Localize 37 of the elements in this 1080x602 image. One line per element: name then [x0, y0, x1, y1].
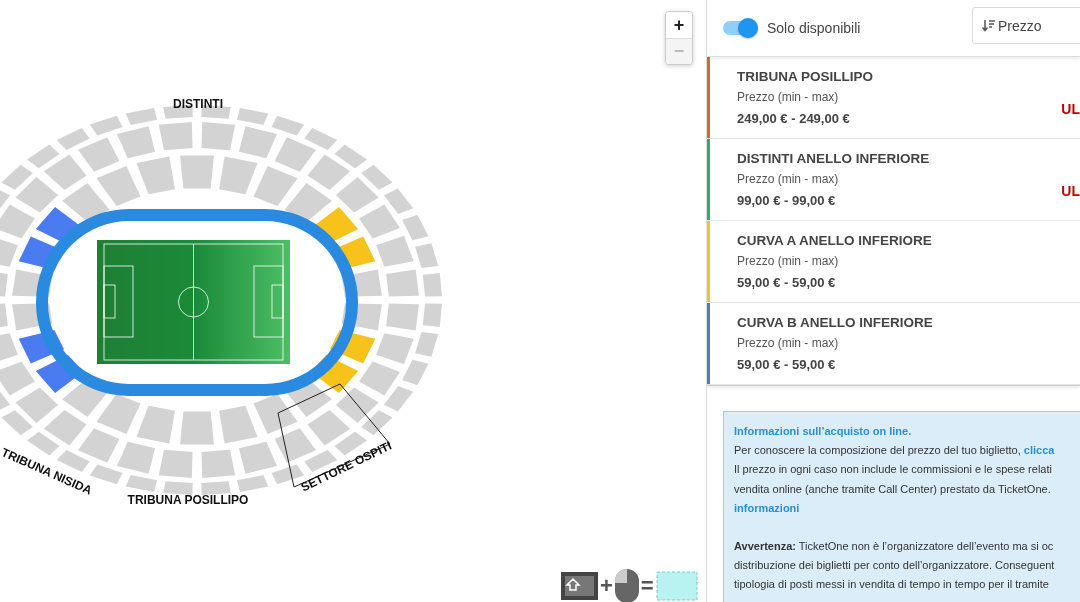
category-name: DISTINTI ANELLO INFERIORE — [737, 150, 930, 168]
info-text: distribuzione dei biglietti per conto dell’organizzatore. Conseguent — [734, 558, 1056, 574]
shift-key-icon — [561, 572, 598, 600]
status-text: UL — [1061, 101, 1080, 117]
equals-sign: = — [640, 575, 654, 597]
category-item[interactable]: CURVA A ANELLO INFERIORE Prezzo (min - max) 59,00 € - 59,00 € — [707, 221, 1080, 303]
price-label: Prezzo (min - max) — [737, 90, 840, 105]
info-text: Per conoscere la composizione del prezzo del tuo biglietto, clicca — [734, 443, 1056, 459]
price-label: Prezzo (min - max) — [737, 336, 840, 351]
category-item[interactable]: DISTINTI ANELLO INFERIORE Prezzo (min - max) 99,00 € - 99,00 € UL — [707, 139, 1080, 221]
plus-sign: + — [600, 575, 613, 597]
info-text: Il prezzo in ogni caso non include le commissioni e le spese relati — [734, 462, 1053, 478]
category-item[interactable]: TRIBUNA POSILLIPO Prezzo (min - max) 249,00 € - 249,00 € UL — [707, 57, 1080, 139]
info-text: Avvertenza: TicketOne non è l’organizzatore dell’evento ma si oc — [734, 539, 1055, 554]
status-text: UL — [1061, 183, 1080, 199]
price-range: 59,00 € - 59,00 € — [737, 274, 837, 291]
price-range: 99,00 € - 99,00 € — [737, 192, 837, 209]
category-item[interactable]: CURVA B ANELLO INFERIORE Prezzo (min - max) 59,00 € - 59,00 € — [707, 303, 1080, 385]
section-label: TRIBUNA POSILLIPO — [127, 493, 249, 507]
selection-box-icon — [655, 571, 698, 601]
category-name: CURVA A ANELLO INFERIORE — [737, 232, 932, 250]
mouse-icon — [614, 569, 639, 602]
category-name: CURVA B ANELLO INFERIORE — [737, 314, 933, 332]
price-range: 59,00 € - 59,00 € — [737, 356, 837, 373]
category-name: TRIBUNA POSILLIPO — [737, 68, 873, 86]
info-title: Informazioni sull’acquisto on line. — [734, 424, 913, 439]
zoom-in-button[interactable]: + — [666, 12, 692, 38]
info-text: tipologia di posti messi in vendita di tempo in tempo per il tramite — [734, 577, 1050, 593]
toggle-label: Solo disponibili — [767, 20, 861, 36]
price-label: Prezzo (min - max) — [737, 172, 840, 187]
price-label: Prezzo (min - max) — [737, 254, 840, 269]
sort-icon — [982, 19, 995, 32]
section-label: DISTINTI — [173, 97, 223, 111]
sort-dropdown[interactable]: Prezzo — [972, 7, 1080, 44]
info-text: vendita online (anche tramite Call Center) prestato da TicketOne. — [734, 481, 1052, 497]
toggle-switch[interactable] — [723, 18, 758, 38]
price-range: 249,00 € - 249,00 € — [737, 110, 851, 127]
